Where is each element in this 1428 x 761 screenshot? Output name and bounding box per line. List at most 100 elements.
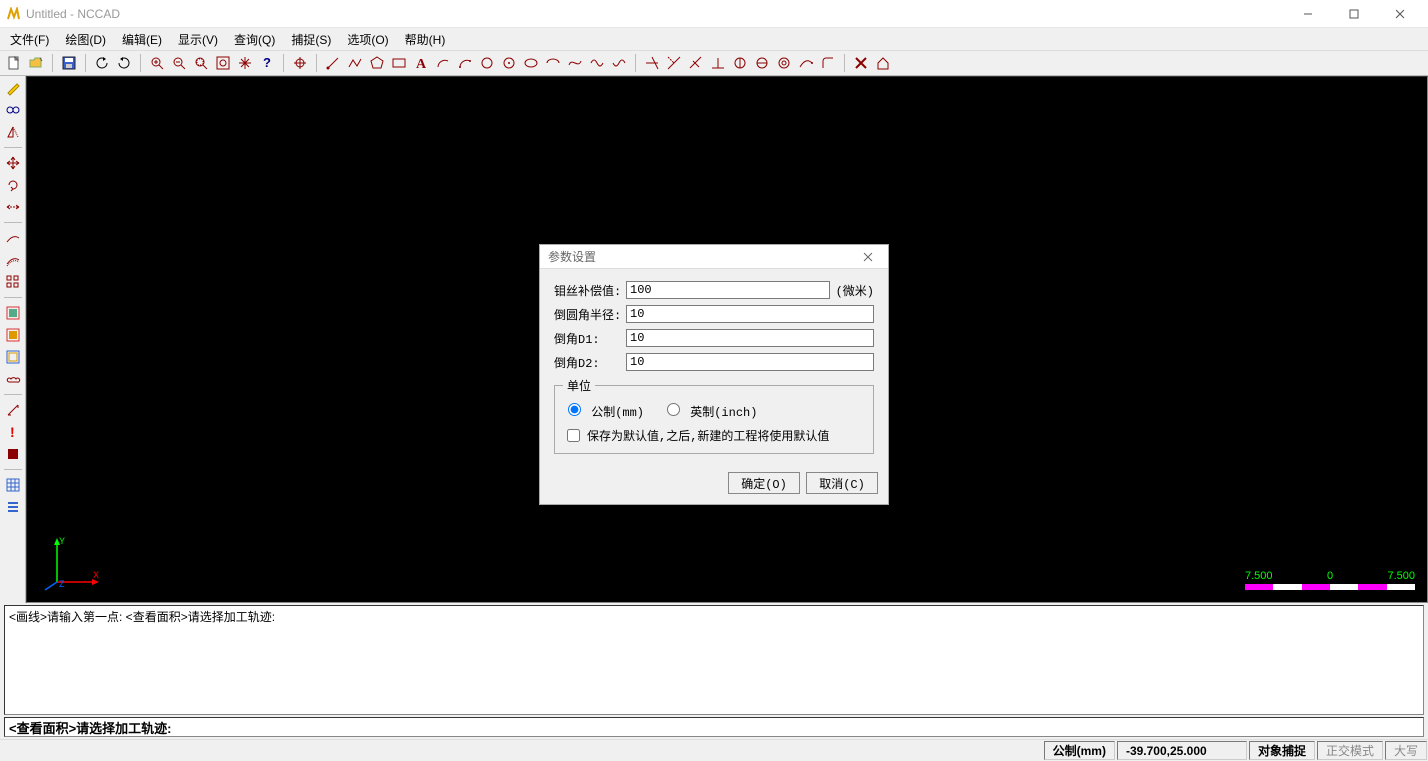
- offset-suffix: (微米): [836, 282, 874, 299]
- command-history-text: <画线>请输入第一点: <查看面积>请选择加工轨迹:: [9, 610, 275, 624]
- save-icon[interactable]: [59, 53, 79, 73]
- pan-icon[interactable]: [235, 53, 255, 73]
- d1-input[interactable]: [626, 329, 874, 347]
- offset-curve-icon[interactable]: [3, 228, 23, 248]
- radio-metric-input[interactable]: [568, 403, 581, 416]
- svg-text:?: ?: [263, 55, 271, 70]
- polyline-icon[interactable]: [345, 53, 365, 73]
- move-icon[interactable]: [3, 153, 23, 173]
- zoom-in-icon[interactable]: [147, 53, 167, 73]
- ruler-right-label: 7.500: [1387, 570, 1415, 582]
- d1-label: 倒角D1:: [554, 330, 626, 347]
- array-icon[interactable]: [3, 272, 23, 292]
- stack-icon[interactable]: [3, 497, 23, 517]
- arc-icon[interactable]: [433, 53, 453, 73]
- rectangle-icon[interactable]: [389, 53, 409, 73]
- menu-query[interactable]: 查询(Q): [228, 29, 281, 50]
- scale-icon[interactable]: [3, 197, 23, 217]
- minimize-button[interactable]: [1286, 1, 1330, 27]
- zoom-window-icon[interactable]: [191, 53, 211, 73]
- command-history[interactable]: <画线>请输入第一点: <查看面积>请选择加工轨迹:: [4, 605, 1424, 715]
- break-icon[interactable]: [686, 53, 706, 73]
- menubar: 文件(F) 绘图(D) 编辑(E) 显示(V) 查询(Q) 捕捉(S) 选项(O…: [0, 28, 1428, 50]
- menu-help[interactable]: 帮助(H): [399, 29, 452, 50]
- ellipse-arc-icon[interactable]: [543, 53, 563, 73]
- layer2-icon[interactable]: [3, 325, 23, 345]
- save-default-checkbox[interactable]: [567, 429, 580, 442]
- help-icon[interactable]: ?: [257, 53, 277, 73]
- circle-tool1-icon[interactable]: [730, 53, 750, 73]
- status-unit[interactable]: 公制(mm): [1044, 741, 1115, 760]
- close-button[interactable]: [1378, 1, 1422, 27]
- menu-file[interactable]: 文件(F): [4, 29, 55, 50]
- tangent-icon[interactable]: [796, 53, 816, 73]
- radio-metric[interactable]: 公制(mm): [563, 400, 644, 420]
- redo-icon[interactable]: [114, 53, 134, 73]
- layer1-icon[interactable]: [3, 303, 23, 323]
- ok-button[interactable]: 确定(O): [728, 472, 800, 494]
- fillet-label: 倒圆角半径:: [554, 306, 626, 323]
- zoom-extents-icon[interactable]: [213, 53, 233, 73]
- line-icon[interactable]: [323, 53, 343, 73]
- spline-icon[interactable]: [565, 53, 585, 73]
- edit-draw-icon[interactable]: [3, 78, 23, 98]
- titlebar: Untitled - NCCAD: [0, 0, 1428, 28]
- settings-dialog: 参数设置 钼丝补偿值: (微米) 倒圆角半径: 倒角D1: 倒角D2: 单位: [539, 244, 889, 505]
- measure-icon[interactable]: [3, 400, 23, 420]
- d2-input[interactable]: [626, 353, 874, 371]
- delete-icon[interactable]: [851, 53, 871, 73]
- cloud-icon[interactable]: [3, 369, 23, 389]
- circle-tool2-icon[interactable]: [752, 53, 772, 73]
- select-icon[interactable]: [3, 100, 23, 120]
- wave-icon[interactable]: [587, 53, 607, 73]
- menu-edit[interactable]: 编辑(E): [116, 29, 168, 50]
- offset-label: 钼丝补偿值:: [554, 282, 626, 299]
- window-title: Untitled - NCCAD: [26, 7, 1286, 21]
- dialog-close-button[interactable]: [856, 247, 880, 267]
- grid-icon[interactable]: [3, 475, 23, 495]
- block-icon[interactable]: [3, 444, 23, 464]
- offset-curve2-icon[interactable]: [3, 250, 23, 270]
- circle-center-icon[interactable]: [499, 53, 519, 73]
- status-snap[interactable]: 对象捕捉: [1249, 741, 1315, 760]
- layer3-icon[interactable]: [3, 347, 23, 367]
- ellipse-icon[interactable]: [521, 53, 541, 73]
- svg-text:Y: Y: [59, 536, 65, 546]
- point-icon[interactable]: [290, 53, 310, 73]
- rotate-icon[interactable]: [3, 175, 23, 195]
- menu-draw[interactable]: 绘图(D): [59, 29, 112, 50]
- unit-fieldset: 单位 公制(mm) 英制(inch) 保存为默认值,之后,新建的工程将使用默认值: [554, 377, 874, 454]
- polygon-icon[interactable]: [367, 53, 387, 73]
- radio-imperial[interactable]: 英制(inch): [662, 400, 757, 420]
- d2-label: 倒角D2:: [554, 354, 626, 371]
- new-icon[interactable]: [4, 53, 24, 73]
- offset-input[interactable]: [626, 281, 830, 299]
- home-icon[interactable]: [873, 53, 893, 73]
- menu-view[interactable]: 显示(V): [172, 29, 224, 50]
- arc3p-icon[interactable]: [455, 53, 475, 73]
- command-prompt: <查看面积>请选择加工轨迹:: [9, 718, 172, 737]
- cancel-button[interactable]: 取消(C): [806, 472, 878, 494]
- undo-icon[interactable]: [92, 53, 112, 73]
- perpendicular-icon[interactable]: [708, 53, 728, 73]
- zoom-out-icon[interactable]: [169, 53, 189, 73]
- fillet-icon[interactable]: [818, 53, 838, 73]
- maximize-button[interactable]: [1332, 1, 1376, 27]
- save-default-label: 保存为默认值,之后,新建的工程将使用默认值: [587, 427, 829, 444]
- open-icon[interactable]: [26, 53, 46, 73]
- extend-icon[interactable]: [664, 53, 684, 73]
- menu-snap[interactable]: 捕捉(S): [285, 29, 337, 50]
- status-caps[interactable]: 大写: [1385, 741, 1427, 760]
- menu-options[interactable]: 选项(O): [341, 29, 394, 50]
- mirror-icon[interactable]: [3, 122, 23, 142]
- fillet-input[interactable]: [626, 305, 874, 323]
- command-input[interactable]: <查看面积>请选择加工轨迹:: [4, 717, 1424, 737]
- trim-icon[interactable]: [642, 53, 662, 73]
- warning-icon[interactable]: !: [3, 422, 23, 442]
- wave2-icon[interactable]: [609, 53, 629, 73]
- status-ortho[interactable]: 正交模式: [1317, 741, 1383, 760]
- radio-imperial-input[interactable]: [667, 403, 680, 416]
- circle-icon[interactable]: [477, 53, 497, 73]
- circle-tool3-icon[interactable]: [774, 53, 794, 73]
- text-icon[interactable]: A: [411, 53, 431, 73]
